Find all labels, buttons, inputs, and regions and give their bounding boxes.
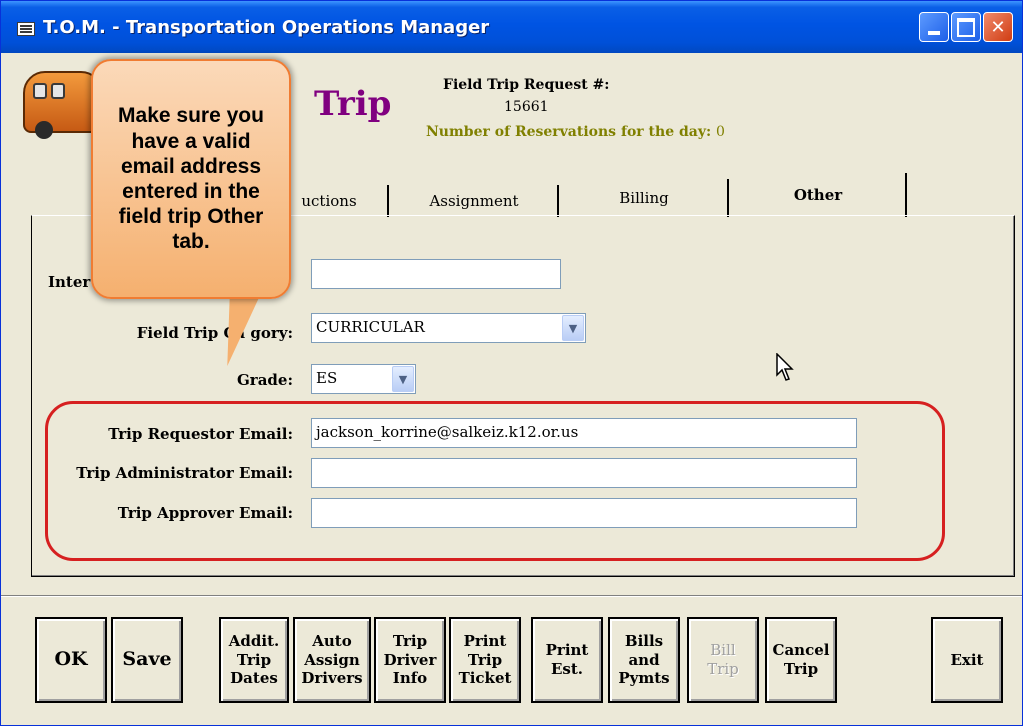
ok-button[interactable]: OK	[35, 617, 107, 703]
field-trip-category-value: CURRICULAR	[316, 318, 425, 336]
cancel-trip-button[interactable]: Cancel Trip	[765, 617, 837, 703]
request-number-value: 15661	[504, 99, 549, 115]
form-title: Trip	[314, 84, 392, 124]
tab-billing[interactable]: Billing	[561, 179, 729, 217]
administrator-email-label: Trip Administrator Email:	[76, 464, 293, 482]
trip-driver-info-button[interactable]: Trip Driver Info	[374, 617, 446, 703]
chevron-down-icon[interactable]: ▼	[562, 315, 584, 341]
tab-other[interactable]: Other	[731, 173, 907, 217]
reservations-count: 0	[716, 124, 725, 140]
app-window: T.O.M. - Transportation Operations Manag…	[0, 0, 1023, 726]
close-button[interactable]: ✕	[983, 12, 1013, 42]
field-trip-category-label: Field Trip Ca gory:	[136, 324, 293, 342]
approver-email-label: Trip Approver Email:	[117, 504, 293, 522]
window-title: T.O.M. - Transportation Operations Manag…	[43, 17, 490, 38]
request-number-label: Field Trip Request #:	[443, 77, 610, 93]
reservations-label: Number of Reservations for the day: 0	[426, 124, 725, 140]
exit-button[interactable]: Exit	[931, 617, 1003, 703]
requestor-email-label: Trip Requestor Email:	[108, 425, 293, 443]
maximize-button[interactable]	[951, 12, 981, 42]
additional-trip-dates-button[interactable]: Addit. Trip Dates	[219, 617, 289, 703]
chevron-down-icon[interactable]: ▼	[392, 366, 414, 392]
auto-assign-drivers-button[interactable]: Auto Assign Drivers	[293, 617, 371, 703]
callout-text: Make sure you have a valid email address…	[118, 104, 264, 254]
internal-field-input[interactable]	[311, 259, 561, 289]
grade-dropdown[interactable]: ES ▼	[311, 364, 416, 394]
print-trip-ticket-button[interactable]: Print Trip Ticket	[449, 617, 521, 703]
requestor-email-input[interactable]: jackson_korrine@salkeiz.k12.or.us	[311, 418, 857, 448]
tab-assignment[interactable]: Assignment	[391, 185, 559, 217]
instruction-callout: Make sure you have a valid email address…	[91, 59, 291, 299]
footer-divider	[1, 595, 1022, 597]
field-trip-category-dropdown[interactable]: CURRICULAR ▼	[311, 313, 586, 343]
bill-trip-button: Bill Trip	[687, 617, 759, 703]
approver-email-input[interactable]	[311, 498, 857, 528]
bills-and-payments-button[interactable]: Bills and Pymts	[608, 617, 680, 703]
grade-value: ES	[316, 369, 338, 387]
app-form-icon	[17, 22, 35, 36]
administrator-email-input[interactable]	[311, 458, 857, 488]
save-button[interactable]: Save	[111, 617, 183, 703]
grade-label: Grade:	[236, 371, 293, 389]
print-estimate-button[interactable]: Print Est.	[531, 617, 603, 703]
title-bar[interactable]: T.O.M. - Transportation Operations Manag…	[1, 1, 1022, 53]
internal-field-label: Inter	[48, 273, 91, 291]
minimize-button[interactable]	[919, 12, 949, 42]
mouse-pointer-icon	[776, 352, 796, 383]
